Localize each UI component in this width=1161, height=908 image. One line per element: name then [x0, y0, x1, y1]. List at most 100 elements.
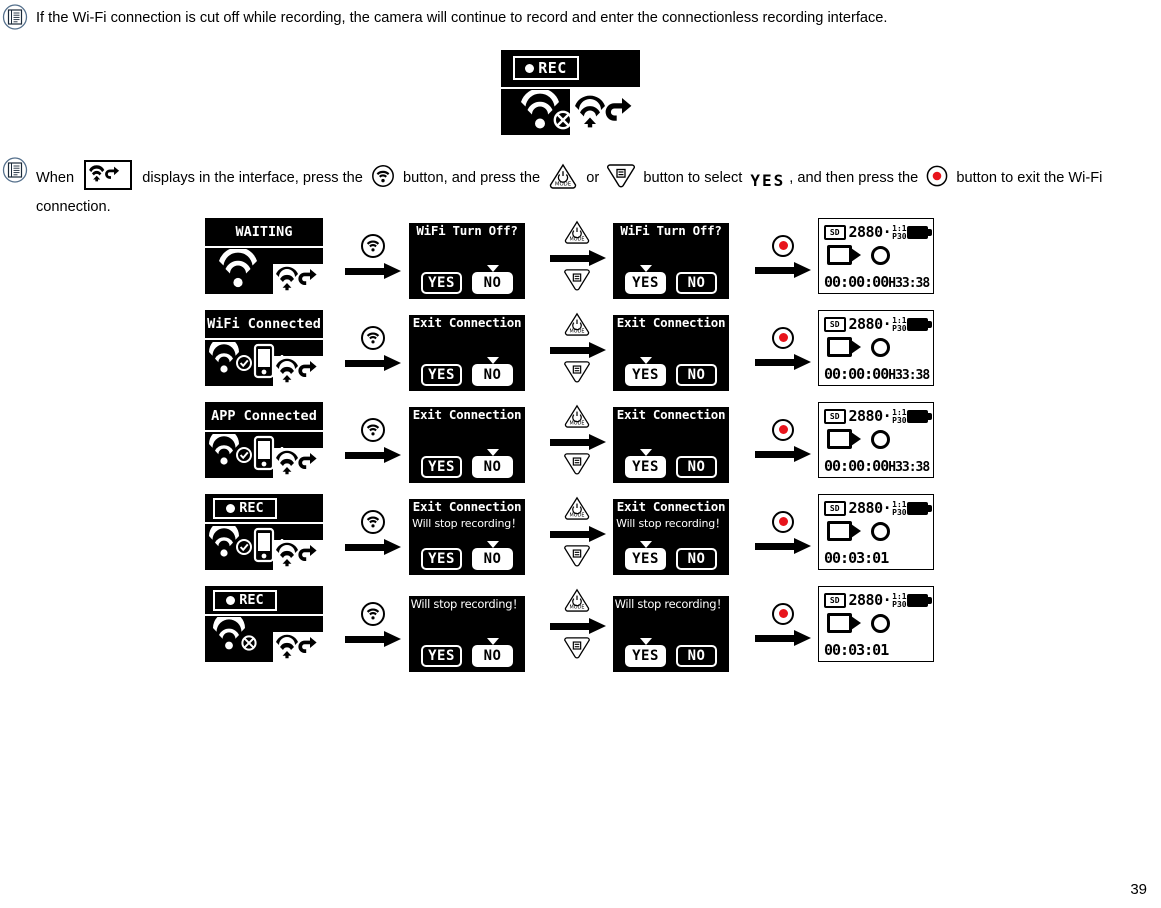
selection-marker-icon: [639, 265, 652, 272]
flow-arrow-icon: [755, 353, 811, 370]
option-yes[interactable]: YES: [625, 357, 666, 386]
mode-button-icon[interactable]: MODE: [563, 588, 593, 613]
status-screen: APP Connected: [205, 402, 323, 478]
selection-marker-icon: [639, 638, 652, 645]
final-status-row: SD 2880· 1:1 P30: [824, 407, 933, 426]
circle-icon: [871, 429, 890, 449]
record-button-step: [750, 218, 816, 294]
menu-button-icon[interactable]: [564, 637, 592, 660]
option-no[interactable]: NO: [472, 357, 513, 386]
record-button-icon[interactable]: [772, 326, 794, 349]
dialog-options: YES NO: [613, 541, 729, 570]
dialog-screen-selected: Will stop recording！ YES NO: [613, 586, 729, 672]
menu-button-icon[interactable]: [564, 269, 592, 292]
rec-indicator: REC: [213, 590, 277, 611]
option-yes[interactable]: YES: [625, 638, 666, 667]
option-no[interactable]: NO: [472, 541, 513, 570]
final-time-row: 00:03:01: [824, 551, 928, 566]
mode-button-icon[interactable]: MODE: [563, 220, 593, 245]
note2-seg1: When: [36, 170, 79, 186]
option-no[interactable]: NO: [472, 449, 513, 478]
wifi-button-step: [340, 402, 406, 478]
mode-button-icon[interactable]: MODE: [563, 404, 593, 429]
status-screen: REC: [205, 586, 323, 662]
mode-button-icon[interactable]: MODE: [563, 312, 593, 337]
option-yes[interactable]: YES: [421, 456, 462, 478]
timecode: 00:03:01: [824, 641, 889, 659]
timecode: 00:03:01: [824, 549, 889, 567]
option-yes[interactable]: YES: [625, 541, 666, 570]
circle-icon: [871, 613, 890, 633]
circle-icon: [871, 337, 890, 357]
dialog-title: Exit Connection: [412, 407, 522, 422]
option-no[interactable]: NO: [676, 645, 717, 667]
record-button-icon[interactable]: [772, 234, 794, 257]
dialog-options: YES NO: [613, 449, 729, 478]
wifi-button-icon[interactable]: [361, 233, 385, 258]
status-icon-area: [205, 248, 323, 294]
note-icon: [2, 157, 28, 183]
selection-marker-icon: [486, 265, 499, 272]
wifi-upload-return-chip: [273, 356, 323, 386]
status-title: WiFi Connected: [207, 316, 321, 332]
option-yes[interactable]: YES: [421, 272, 462, 294]
option-no[interactable]: NO: [676, 456, 717, 478]
flow-arrow-icon: [345, 354, 401, 371]
wifi-button-step: [340, 310, 406, 386]
note2-seg6: , and then press the: [789, 170, 923, 186]
wifi-upload-return-icon: [84, 160, 133, 190]
wifi-button-icon[interactable]: [361, 601, 385, 626]
wifi-upload-return-chip: [273, 632, 323, 662]
status-icon-area: [205, 340, 323, 386]
dialog-title: Exit Connection: [616, 315, 726, 330]
option-yes[interactable]: YES: [421, 548, 462, 570]
note2-seg5: button to select: [639, 170, 747, 186]
wifi-upload-return-chip: [273, 540, 323, 570]
rec-indicator: REC: [513, 56, 579, 80]
option-no[interactable]: NO: [676, 272, 717, 294]
wifi-button-icon[interactable]: [361, 325, 385, 350]
option-yes[interactable]: YES: [421, 645, 462, 667]
wifi-button-icon[interactable]: [361, 509, 385, 534]
menu-button-icon: [607, 164, 636, 188]
battery-full-icon: [906, 226, 933, 239]
svg-text:MODE: MODE: [570, 513, 585, 519]
menu-button-icon[interactable]: [564, 453, 592, 476]
timecode: 00:00:00: [824, 457, 889, 475]
option-yes[interactable]: YES: [421, 364, 462, 386]
dialog-options: YES NO: [613, 638, 729, 667]
option-no[interactable]: NO: [676, 548, 717, 570]
status-title-bar: WAITING: [205, 218, 323, 248]
display-icons: [501, 89, 640, 135]
camcorder-icon: [827, 613, 861, 633]
selection-marker-icon: [639, 541, 652, 548]
status-title: APP Connected: [211, 408, 317, 424]
rec-label: REC: [538, 58, 567, 77]
menu-button-icon[interactable]: [564, 545, 592, 568]
resolution-label: 2880·: [848, 591, 892, 609]
final-screen: SD 2880· 1:1 P30: [818, 218, 934, 294]
selection-marker-icon: [486, 638, 499, 645]
record-button-icon[interactable]: [772, 602, 794, 625]
record-button-icon[interactable]: [772, 510, 794, 533]
option-yes[interactable]: YES: [625, 449, 666, 478]
resolution-label: 2880·: [848, 499, 892, 517]
record-button-icon[interactable]: [772, 418, 794, 441]
option-no[interactable]: NO: [676, 364, 717, 386]
flow-arrow-icon: [550, 341, 606, 358]
wifi-button-step: [340, 494, 406, 570]
wifi-upload-return-chip: [570, 89, 640, 135]
sd-card-icon: SD: [824, 593, 846, 608]
mode-button-icon[interactable]: MODE: [563, 496, 593, 521]
option-no[interactable]: NO: [472, 638, 513, 667]
final-time-row: 00:03:01: [824, 643, 928, 658]
option-yes[interactable]: YES: [625, 265, 666, 294]
option-no[interactable]: NO: [472, 265, 513, 294]
wifi-button-icon[interactable]: [361, 417, 385, 442]
final-screen: SD 2880· 1:1 P30: [818, 586, 934, 662]
wifi-button-step: [340, 586, 406, 662]
note-exit-wifi-instructions: When displays in the interface, press th…: [2, 157, 1142, 218]
mode-menu-button-step: MODE: [545, 310, 611, 386]
dialog-screen-selected: Exit Connection Will stop recording！ YES…: [613, 494, 729, 575]
menu-button-icon[interactable]: [564, 361, 592, 384]
